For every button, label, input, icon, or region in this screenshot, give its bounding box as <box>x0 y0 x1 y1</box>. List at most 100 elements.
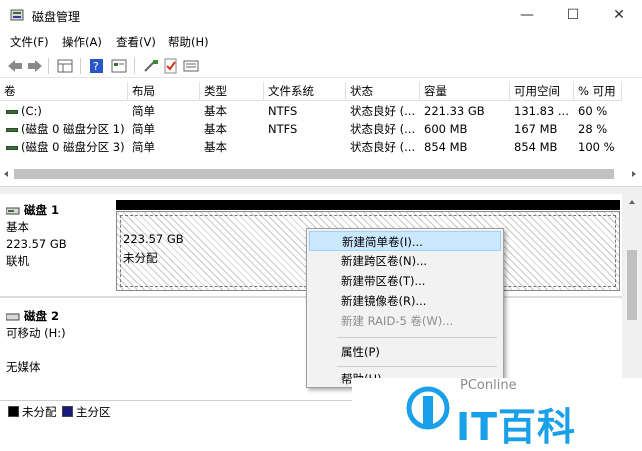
capacity-cell: 221.33 GB <box>424 104 485 118</box>
menu-new-striped-volume[interactable]: 新建带区卷(T)... <box>309 271 501 291</box>
status-cell: 状态良好 (... <box>350 104 416 118</box>
watermark-brand: PConline <box>460 378 517 393</box>
layout-cell: 简单 <box>132 140 155 154</box>
disk-1-title: 磁盘 1 <box>5 202 112 219</box>
free-space-cell: 131.83 ... <box>514 104 569 118</box>
maximize-button[interactable]: ☐ <box>550 0 596 30</box>
column-header-status[interactable]: 状态 <box>346 82 420 101</box>
table-row[interactable]: (C:) 简单 基本 NTFS 状态良好 (... 221.33 GB 131.… <box>0 102 622 120</box>
legend-unallocated: 未分配 <box>22 405 57 419</box>
type-cell: 基本 <box>204 122 227 136</box>
volume-name: (磁盘 0 磁盘分区 1) <box>21 122 125 136</box>
toolbar-separator <box>80 58 81 74</box>
free-space-cell: 167 MB <box>514 122 558 136</box>
pconline-logo-icon <box>406 386 450 430</box>
layout-cell: 简单 <box>132 122 155 136</box>
free-space-cell: 854 MB <box>514 140 558 154</box>
toolbar: ? <box>0 54 642 78</box>
menu-properties[interactable]: 属性(P) <box>309 342 501 362</box>
menu-separator <box>337 366 497 367</box>
connect-icon[interactable] <box>142 58 160 74</box>
back-arrow-icon[interactable] <box>6 58 24 74</box>
volume-cell: (磁盘 0 磁盘分区 3) <box>2 138 128 156</box>
help-icon[interactable]: ? <box>88 58 106 74</box>
toolbar-separator <box>134 58 135 74</box>
vertical-scroll-thumb[interactable] <box>627 250 637 320</box>
legend-primary: 主分区 <box>76 405 111 419</box>
partition-size: 223.57 GB <box>123 232 184 246</box>
disk-management-icon <box>10 9 24 21</box>
column-header-capacity[interactable]: 容量 <box>420 82 510 101</box>
capacity-cell: 600 MB <box>424 122 468 136</box>
capacity-cell: 854 MB <box>424 140 468 154</box>
unallocated-header-bar <box>116 200 620 210</box>
disk-2-type: 可移动 (H:) <box>6 326 66 340</box>
column-header-filesystem[interactable]: 文件系统 <box>264 82 346 101</box>
grid-icon[interactable] <box>56 58 74 74</box>
forward-arrow-icon[interactable] <box>26 58 44 74</box>
disk-2-title: 磁盘 2 <box>5 308 112 325</box>
horizontal-scrollbar[interactable] <box>0 168 642 180</box>
partition-status: 未分配 <box>123 251 158 265</box>
table-row[interactable]: (磁盘 0 磁盘分区 1) 简单 基本 NTFS 状态良好 (... 600 M… <box>0 120 622 138</box>
menu-bar: 文件(F) 操作(A) 查看(V) 帮助(H) <box>0 32 642 52</box>
legend-swatch-primary <box>62 406 73 417</box>
disk-1-status: 联机 <box>6 254 29 268</box>
disk-1-name: 磁盘 1 <box>24 203 60 217</box>
properties-icon[interactable] <box>110 58 128 74</box>
disk-2-label[interactable]: 磁盘 2 可移动 (H:) 无媒体 <box>5 308 112 376</box>
layout-cell: 简单 <box>132 104 155 118</box>
menu-help[interactable]: 帮助(H) <box>168 34 209 50</box>
scroll-left-icon[interactable] <box>2 170 10 178</box>
toolbar-separator <box>48 58 49 74</box>
minimize-button[interactable]: — <box>504 0 550 30</box>
percent-free-cell: 100 % <box>578 140 615 154</box>
disk-2-status: 无媒体 <box>6 360 41 374</box>
pane-splitter[interactable] <box>0 186 642 194</box>
menu-new-spanned-volume[interactable]: 新建跨区卷(N)... <box>309 251 501 271</box>
window-title: 磁盘管理 <box>32 10 81 24</box>
status-cell: 状态良好 (... <box>350 122 416 136</box>
volume-cell: (C:) <box>2 102 128 120</box>
column-header-percent-free[interactable]: % 可用 <box>574 82 622 101</box>
vertical-scrollbar[interactable] <box>622 194 642 400</box>
watermark-title: IT百科 <box>456 405 577 449</box>
percent-free-cell: 60 % <box>578 104 608 118</box>
close-button[interactable]: ✕ <box>596 0 642 30</box>
removable-disk-icon <box>5 313 20 320</box>
volume-icon <box>6 145 18 150</box>
type-cell: 基本 <box>204 104 227 118</box>
volume-name: (C:) <box>21 104 42 118</box>
column-header-volume[interactable]: 卷 <box>0 82 128 101</box>
menu-file[interactable]: 文件(F) <box>10 34 49 50</box>
table-row[interactable]: (磁盘 0 磁盘分区 3) 简单 基本 状态良好 (... 854 MB 854… <box>0 138 622 156</box>
volume-name: (磁盘 0 磁盘分区 3) <box>21 140 125 154</box>
volume-icon <box>6 109 18 114</box>
disk-2-name: 磁盘 2 <box>24 309 60 323</box>
menu-new-simple-volume[interactable]: 新建简单卷(I)... <box>309 231 501 251</box>
minimize-icon: — <box>520 7 534 23</box>
legend-swatch-unallocated <box>8 406 19 417</box>
disk-icon <box>5 207 20 214</box>
menu-separator <box>337 337 497 338</box>
filesystem-cell <box>264 138 346 156</box>
horizontal-scroll-thumb[interactable] <box>14 169 614 179</box>
disk-1-type: 基本 <box>6 220 29 234</box>
volume-cell: (磁盘 0 磁盘分区 1) <box>2 120 128 138</box>
column-header-free-space[interactable]: 可用空间 <box>510 82 574 101</box>
column-header-type[interactable]: 类型 <box>200 82 264 101</box>
menu-new-mirrored-volume[interactable]: 新建镜像卷(R)... <box>309 291 501 311</box>
scroll-up-icon[interactable] <box>628 198 636 206</box>
menu-action[interactable]: 操作(A) <box>62 34 102 50</box>
percent-free-cell: 28 % <box>578 122 608 136</box>
disk-1-label[interactable]: 磁盘 1 基本 223.57 GB 联机 <box>5 202 112 270</box>
maximize-icon: ☐ <box>566 7 580 23</box>
menu-new-raid5-volume: 新建 RAID-5 卷(W)... <box>341 314 454 328</box>
scroll-right-icon[interactable] <box>630 170 638 178</box>
menu-view[interactable]: 查看(V) <box>116 34 156 50</box>
close-icon: ✕ <box>613 7 625 23</box>
check-icon[interactable] <box>162 58 180 74</box>
column-header-layout[interactable]: 布局 <box>128 82 200 101</box>
list-icon[interactable] <box>182 58 200 74</box>
svg-text:?: ? <box>93 60 99 73</box>
